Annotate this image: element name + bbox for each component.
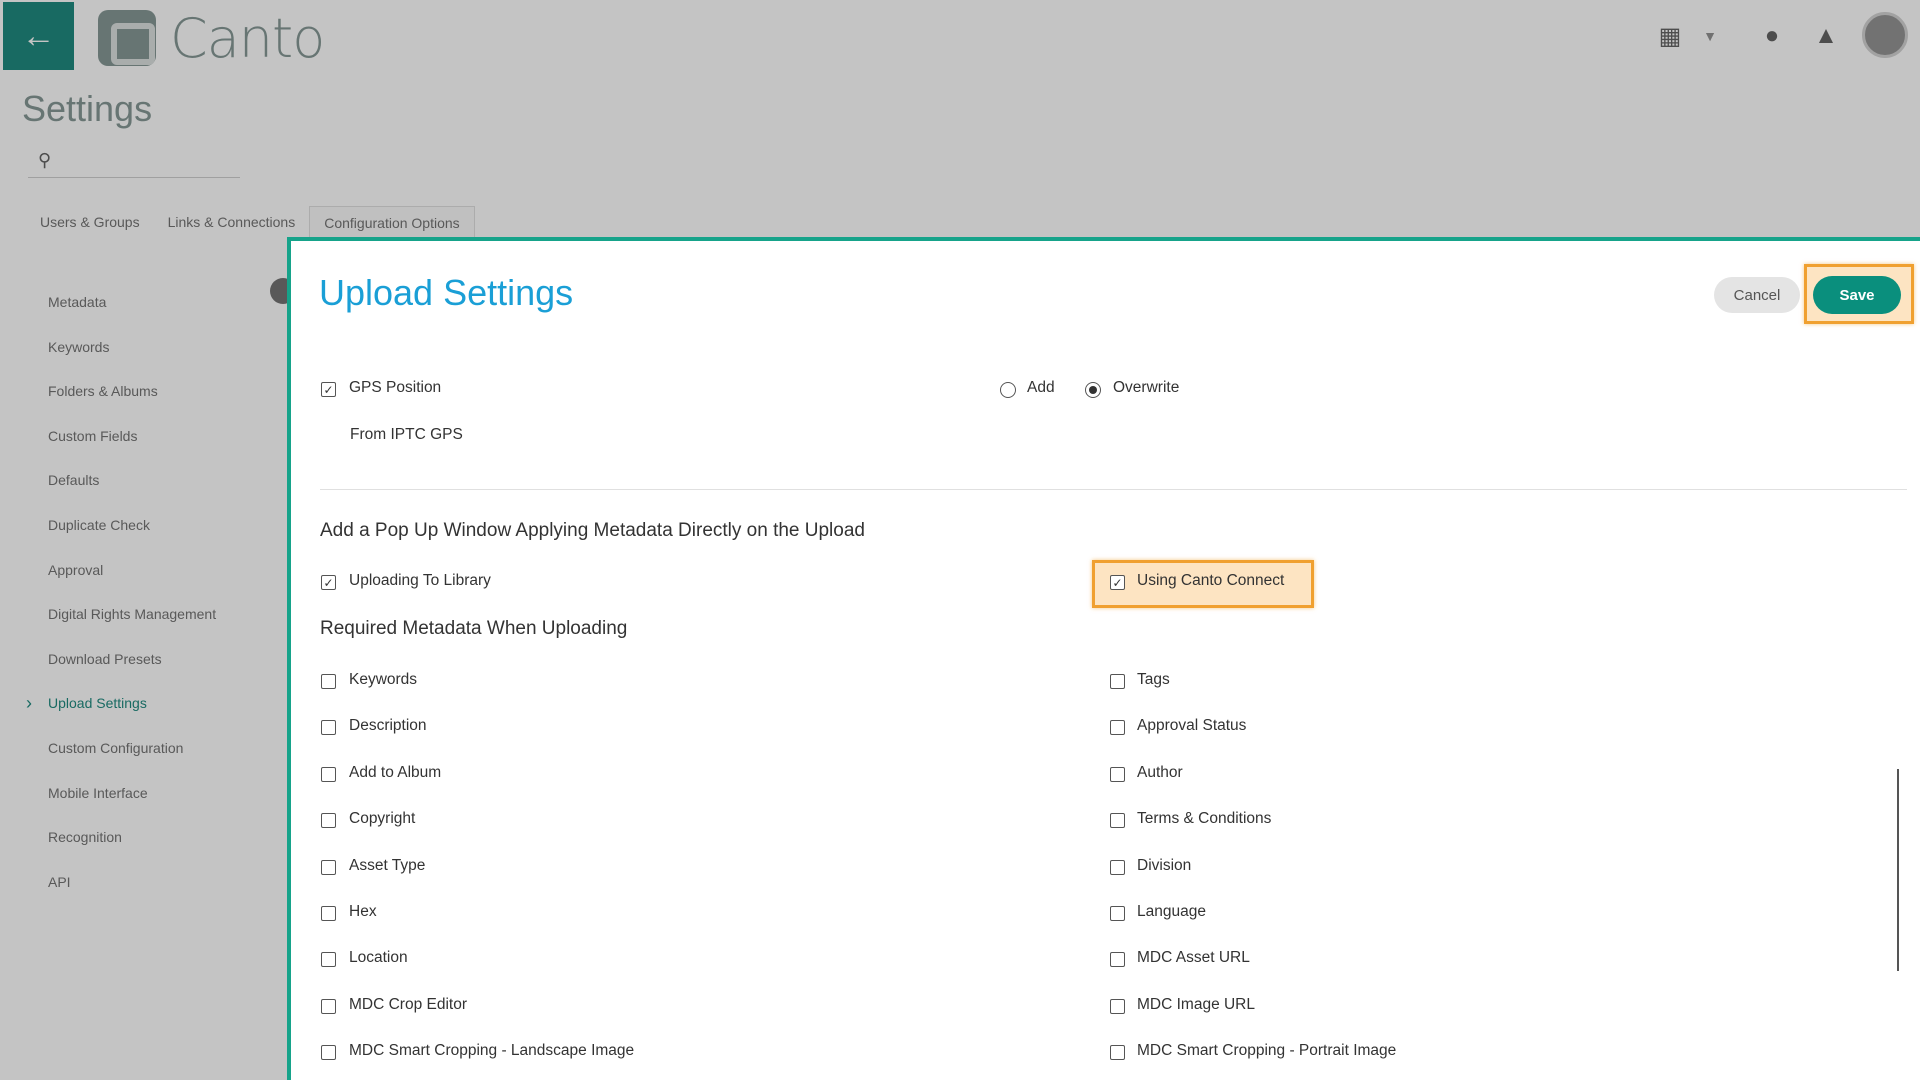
using-canto-connect-checkbox[interactable]: ✓ [1110, 575, 1125, 590]
popup-section-heading: Add a Pop Up Window Applying Metadata Di… [320, 520, 865, 541]
required-metadata-label: Tags [1137, 671, 1170, 688]
section-divider [320, 489, 1907, 490]
required-metadata-label: MDC Image URL [1137, 995, 1255, 1013]
check-icon: ✓ [323, 575, 334, 590]
required-metadata-checkbox[interactable] [1110, 859, 1125, 875]
required-metadata-checkbox[interactable] [1110, 998, 1125, 1014]
required-metadata-checkbox[interactable] [321, 1045, 336, 1061]
required-metadata-heading: Required Metadata When Uploading [320, 618, 628, 639]
required-metadata-label: Hex [349, 903, 377, 920]
required-metadata-checkbox[interactable] [1110, 674, 1125, 689]
check-icon: ✓ [1112, 575, 1123, 590]
required-metadata-label: Language [1137, 903, 1206, 920]
required-metadata-checkbox[interactable] [321, 674, 336, 689]
upload-settings-modal: Upload Settings Cancel Save ✓ GPS Positi… [287, 237, 1920, 1080]
save-button[interactable]: Save [1813, 276, 1901, 314]
required-metadata-checkbox[interactable] [321, 952, 336, 968]
gps-position-checkbox[interactable]: ✓ [321, 382, 336, 397]
required-metadata-label: Terms & Conditions [1137, 810, 1272, 828]
cancel-button[interactable]: Cancel [1714, 277, 1800, 313]
required-metadata-label: MDC Smart Cropping - Portrait Image [1137, 1042, 1397, 1060]
required-metadata-checkbox[interactable] [1110, 906, 1125, 921]
required-metadata-checkbox[interactable] [321, 998, 336, 1014]
required-metadata-checkbox[interactable] [1110, 1045, 1125, 1061]
required-metadata-label: Division [1137, 856, 1192, 874]
required-metadata-label: Approval Status [1137, 717, 1247, 735]
required-metadata-checkbox[interactable] [1110, 952, 1125, 968]
required-metadata-checkbox[interactable] [321, 906, 336, 921]
required-metadata-label: Keywords [349, 671, 418, 688]
required-metadata-checkbox[interactable] [321, 859, 336, 875]
required-metadata-label: MDC Smart Cropping - Landscape Image [349, 1042, 635, 1060]
required-metadata-checkbox[interactable] [1110, 813, 1125, 829]
using-canto-connect-label: Using Canto Connect [1137, 572, 1285, 589]
required-metadata-checkbox[interactable] [321, 766, 336, 782]
required-metadata-label: MDC Asset URL [1137, 949, 1250, 967]
uploading-to-library-checkbox[interactable]: ✓ [321, 575, 336, 590]
required-metadata-label: Copyright [349, 810, 416, 828]
radio-selected-dot [1089, 386, 1097, 394]
required-metadata-checkbox[interactable] [1110, 766, 1125, 782]
required-metadata-checkbox[interactable] [321, 720, 336, 736]
gps-source-label: From IPTC GPS [350, 426, 463, 443]
check-icon: ✓ [323, 382, 334, 397]
required-metadata-checkbox[interactable] [1110, 720, 1125, 736]
required-metadata-label: Add to Album [349, 763, 442, 781]
add-radio-label: Add [1027, 379, 1055, 396]
required-metadata-label: Location [349, 949, 408, 967]
modal-title: Upload Settings [319, 272, 574, 313]
overwrite-radio[interactable] [1085, 382, 1101, 398]
required-metadata-label: Description [349, 717, 427, 735]
gps-position-label: GPS Position [349, 379, 442, 396]
required-metadata-label: MDC Crop Editor [349, 995, 467, 1013]
required-metadata-checkbox[interactable] [321, 813, 336, 829]
modal-scrollbar[interactable] [1897, 769, 1899, 971]
required-metadata-label: Author [1137, 763, 1183, 781]
add-radio[interactable] [1000, 382, 1016, 398]
overwrite-radio-label: Overwrite [1113, 379, 1180, 396]
required-metadata-label: Asset Type [349, 856, 426, 874]
uploading-to-library-label: Uploading To Library [349, 572, 491, 589]
